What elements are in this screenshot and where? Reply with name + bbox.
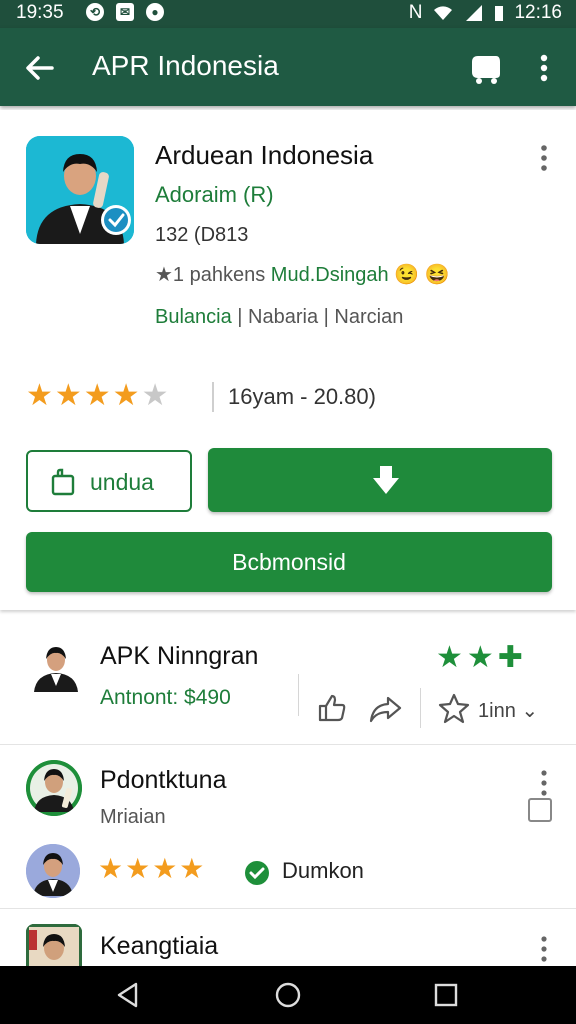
item-rating-stars: ★★✚: [436, 641, 527, 674]
bag-icon: [51, 468, 75, 496]
item-rating-stars: ★★★★: [98, 853, 207, 884]
download-arrow-icon: [373, 466, 399, 494]
system-nav-bar: [0, 966, 576, 1024]
status-time: 19:35: [16, 2, 64, 23]
overflow-menu-icon[interactable]: [532, 50, 556, 86]
divider: [298, 674, 299, 716]
back-arrow-icon[interactable]: [22, 50, 58, 86]
record-icon: ●: [146, 3, 164, 21]
outline-action-label: undua: [90, 469, 154, 495]
thumbs-up-icon[interactable]: [316, 692, 348, 724]
item-title: APK Ninngran: [100, 642, 259, 670]
app-bar: APR Indonesia: [0, 28, 576, 106]
review-list: APK Ninngran Antnont: $490 ★★✚ 1inn ⌄ Pd…: [0, 618, 576, 968]
app-meta: 132 (D813: [155, 224, 249, 246]
divider: [420, 688, 421, 728]
item-subtitle: Mriaian: [100, 806, 166, 828]
network-icon: N: [408, 2, 423, 23]
outline-action-button[interactable]: undua: [26, 450, 192, 512]
avatar: [26, 844, 80, 898]
item-title: Keangtiaia: [100, 932, 219, 960]
developer-link[interactable]: Adoraim (R): [155, 182, 274, 208]
item-title: Pdontktuna: [100, 766, 227, 794]
list-item[interactable]: Pdontktuna Mriaian ★★★★ Dumkon: [0, 744, 576, 909]
item-badge-text: Dumkon: [282, 858, 364, 883]
status-time-right: 12:16: [514, 2, 562, 23]
nav-back-icon[interactable]: [114, 981, 142, 1009]
nav-home-icon[interactable]: [274, 981, 302, 1009]
nav-recents-icon[interactable]: [432, 981, 460, 1009]
meta-emoji: 😉 😆: [394, 264, 450, 286]
avatar: [30, 640, 82, 692]
rating-divider: [212, 382, 214, 412]
share-icon[interactable]: [368, 694, 402, 724]
list-item[interactable]: Keangtiaia: [0, 908, 576, 968]
rating-stars: ★★★★★: [26, 379, 171, 412]
app-bar-title: APR Indonesia: [92, 50, 279, 81]
app-icon: [26, 136, 134, 244]
verified-check-icon: [245, 861, 269, 885]
category-row: Bulancia | Nabaria | Narcian: [155, 306, 403, 329]
item-overflow-icon[interactable]: [534, 768, 554, 798]
mail-icon: ✉: [116, 3, 134, 21]
checkbox[interactable]: [528, 798, 552, 822]
app-details-card: Arduean Indonesia Adoraim (R) 132 (D813 …: [0, 110, 576, 610]
wifi-icon: [434, 6, 453, 21]
store-icon[interactable]: [468, 50, 504, 86]
app-meta-secondary: ★1 pahkens Mud.Dsingah 😉 😆: [155, 262, 450, 287]
sort-dropdown[interactable]: 1inn ⌄: [478, 698, 538, 723]
item-overflow-icon[interactable]: [534, 934, 554, 964]
item-amount: Antnont: $490: [100, 686, 231, 709]
rating-text: 16yam - 20.80): [228, 384, 376, 409]
category-separator: |: [237, 306, 249, 328]
wide-action-button[interactable]: Bcbmonsid: [26, 532, 552, 592]
avatar: [26, 924, 82, 968]
battery-icon: [495, 6, 504, 21]
category-primary[interactable]: Bulancia: [155, 306, 232, 328]
meta-prefix: ★1 pahkens: [155, 264, 266, 286]
notification-icon: ⟲: [86, 3, 104, 21]
star-outline-icon[interactable]: [438, 692, 470, 724]
category-3[interactable]: Narcian: [334, 306, 403, 328]
status-bar: 19:35 ⟲ ✉ ● N 12:16: [0, 0, 576, 28]
status-system-icons: N 12:16: [409, 2, 562, 24]
app-name: Arduean Indonesia: [155, 140, 374, 170]
rating-row: ★★★★★ 16yam - 20.80): [26, 378, 546, 418]
category-2[interactable]: Nabaria: [248, 306, 318, 328]
avatar: [26, 760, 82, 816]
card-overflow-icon[interactable]: [534, 142, 554, 174]
category-separator: |: [323, 306, 335, 328]
download-button[interactable]: [208, 448, 552, 512]
status-notification-icons: ⟲ ✉ ●: [86, 3, 164, 21]
signal-icon: [466, 5, 483, 21]
list-item[interactable]: APK Ninngran Antnont: $490 ★★✚ 1inn ⌄: [0, 618, 576, 745]
meta-link[interactable]: Mud.Dsingah: [271, 264, 389, 286]
